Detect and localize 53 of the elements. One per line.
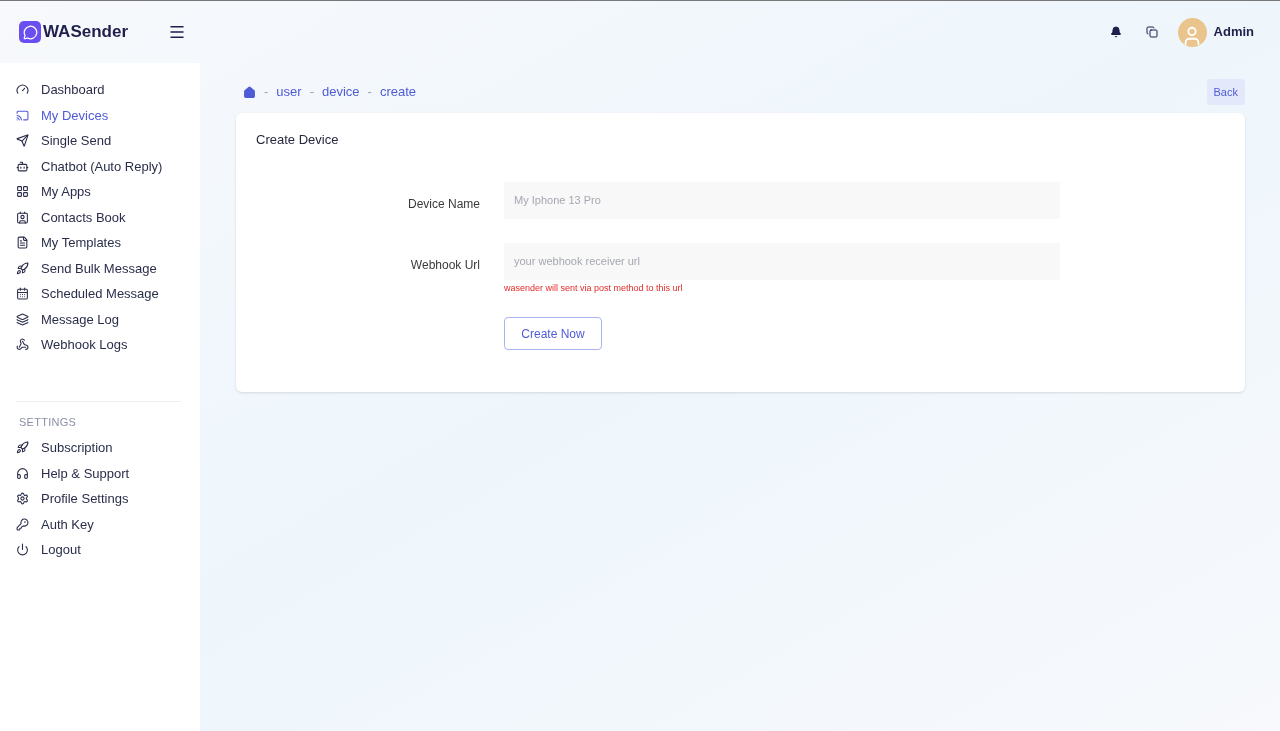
sidebar-item[interactable]: Message Log <box>16 306 181 332</box>
settings-icon <box>16 492 29 506</box>
breadcrumb-link[interactable]: user <box>276 82 302 102</box>
paper-plane-icon <box>16 134 29 148</box>
layers-icon <box>16 312 29 326</box>
text-input-field[interactable]: My Iphone 13 Pro <box>504 181 1060 219</box>
brand-name: WASender <box>43 21 129 44</box>
sidebar-item[interactable]: Profile Settings <box>16 486 181 512</box>
sidebar-item[interactable]: Webhook Logs <box>16 332 181 358</box>
sidebar-item[interactable]: Contacts Book <box>16 204 181 230</box>
apps-grid-icon <box>16 185 29 199</box>
contact-card-icon <box>16 210 29 224</box>
sidebar-item[interactable]: Scheduled Message <box>16 281 181 307</box>
breadcrumb-separator: - <box>309 83 314 102</box>
breadcrumb-separator: - <box>367 83 372 102</box>
sidebar-item[interactable]: Logout <box>16 537 181 563</box>
home-icon[interactable] <box>243 85 256 99</box>
sidebar-item[interactable]: Single Send <box>16 128 181 154</box>
sidebar-item[interactable]: My Templates <box>16 230 181 256</box>
create-now-button[interactable]: Create Now <box>504 317 602 350</box>
headset-icon <box>16 466 29 480</box>
sidebar-item[interactable]: Auth Key <box>16 511 181 537</box>
text-input-field[interactable]: your webhook receiver url <box>504 242 1060 280</box>
webhook-icon <box>16 338 29 352</box>
gauge-icon <box>16 83 29 97</box>
section-heading: SETTINGS <box>18 414 78 430</box>
sidebar-item[interactable]: Send Bulk Message <box>16 255 181 281</box>
power-icon <box>16 543 29 557</box>
card-title: Create Device <box>256 131 340 149</box>
sidebar-item[interactable]: Help & Support <box>16 460 181 486</box>
breadcrumb-separator: - <box>264 83 269 102</box>
sidebar-item[interactable]: Dashboard <box>16 77 181 103</box>
breadcrumb-link[interactable]: create <box>379 82 417 102</box>
rocket-icon <box>16 441 29 455</box>
field-label: Webhook Url <box>409 256 480 274</box>
copy-icon[interactable] <box>1145 26 1158 38</box>
logo-icon <box>19 21 41 43</box>
sidebar-item[interactable]: Subscription <box>16 435 181 461</box>
field-label: Device Name <box>406 195 480 213</box>
document-icon <box>16 236 29 250</box>
calendar-icon <box>16 287 29 301</box>
menu-button[interactable] <box>168 23 187 41</box>
rocket-icon <box>16 261 29 275</box>
sidebar-item[interactable]: Chatbot (Auto Reply) <box>16 153 181 179</box>
field-hint: wasender will sent via post method to this url <box>504 281 684 295</box>
breadcrumb-link[interactable]: device <box>322 82 360 102</box>
user-name[interactable]: Admin <box>1213 22 1254 42</box>
robot-icon <box>16 159 29 173</box>
back-button[interactable]: Back <box>1206 78 1245 106</box>
sidebar-item[interactable]: My Apps <box>16 179 181 205</box>
key-icon <box>16 517 29 531</box>
sidebar-item[interactable]: My Devices <box>16 102 181 128</box>
notification-bell-icon[interactable] <box>1109 26 1122 38</box>
